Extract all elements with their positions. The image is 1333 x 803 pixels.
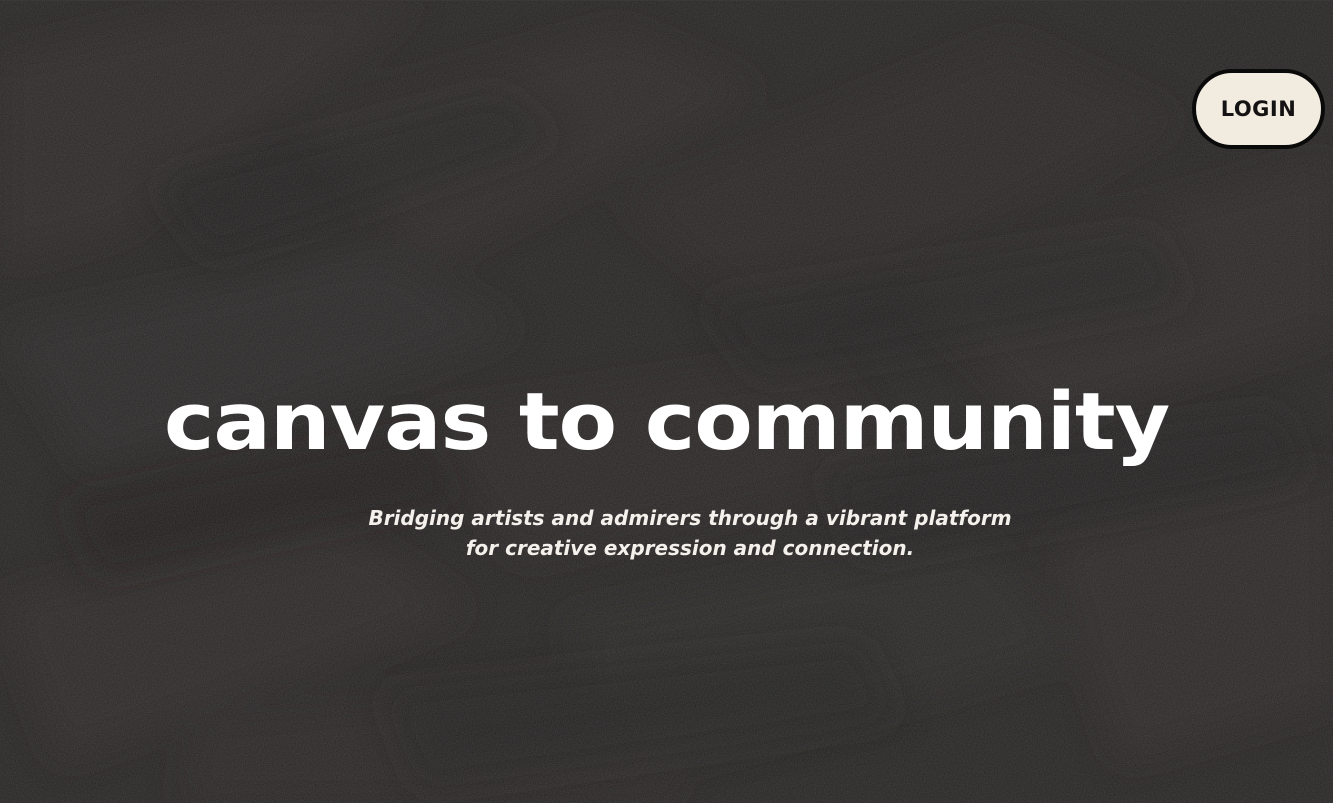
landing-page: LOGIN canvas to community Bridging artis… <box>0 0 1333 803</box>
hero-subtitle-line-1: Bridging artists and admirers through a … <box>368 506 1012 530</box>
hero-subtitle: Bridging artists and admirers through a … <box>280 503 1100 563</box>
login-button[interactable]: LOGIN <box>1192 69 1325 149</box>
top-divider <box>0 0 1333 1</box>
hero-subtitle-line-2: for creative expression and connection. <box>465 536 915 560</box>
hero-title: canvas to community <box>163 376 1170 468</box>
